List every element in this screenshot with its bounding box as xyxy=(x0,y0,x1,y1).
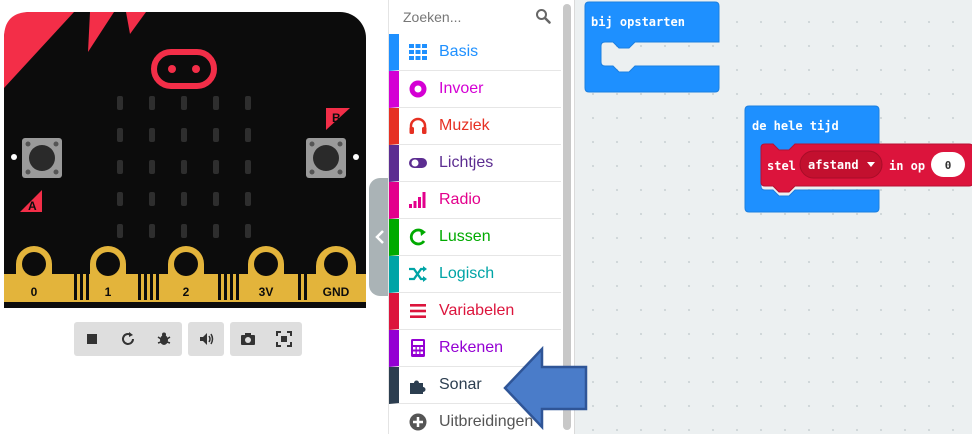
on-start-label: bij opstarten xyxy=(591,15,685,29)
plus-circle-icon xyxy=(407,411,429,433)
debug-icon xyxy=(157,332,171,345)
category-label: Radio xyxy=(439,191,481,208)
chevron-left-icon xyxy=(375,230,384,244)
toggle-icon xyxy=(407,152,429,174)
audio-controls xyxy=(188,322,224,356)
fullscreen-button[interactable] xyxy=(266,322,302,356)
list-icon xyxy=(407,300,429,322)
button-b-label: B xyxy=(332,111,341,125)
forever-label: de hele tijd xyxy=(752,119,839,133)
signal-bars-icon xyxy=(407,189,429,211)
category-variabelen[interactable]: Variabelen xyxy=(389,293,561,330)
microbit-board[interactable]: A B 0 1 2 3V GND xyxy=(4,12,366,308)
run-controls xyxy=(74,322,182,356)
variable-dropdown[interactable]: afstand xyxy=(799,150,883,179)
category-invoer[interactable]: Invoer xyxy=(389,71,561,108)
category-basis[interactable]: Basis xyxy=(389,34,561,71)
pin-2[interactable]: 2 xyxy=(168,246,204,300)
puzzle-icon xyxy=(407,374,429,396)
search-bar xyxy=(389,0,561,34)
mute-button[interactable] xyxy=(188,322,224,356)
set-to-keyword: in op xyxy=(889,159,925,173)
calculator-icon xyxy=(407,337,429,359)
target-icon xyxy=(407,78,429,100)
simulator-toolbar xyxy=(74,322,302,356)
makecode-editor: A B 0 1 2 3V GND Zoeken... Basis Invoer … xyxy=(0,0,972,434)
button-a-label: A xyxy=(28,199,37,213)
pin-gnd-label: GND xyxy=(323,285,350,299)
category-label: Variabelen xyxy=(439,302,515,319)
category-label: Lussen xyxy=(439,228,491,245)
value-input[interactable]: 0 xyxy=(931,152,965,177)
search-input[interactable] xyxy=(389,2,527,32)
pin-0-label: 0 xyxy=(31,285,38,299)
screenshot-button[interactable] xyxy=(230,322,266,356)
sound-icon xyxy=(200,333,214,345)
pin-0[interactable]: 0 xyxy=(16,246,52,300)
restart-icon xyxy=(122,332,134,345)
blocks-workspace[interactable]: bij opstarten de hele tijd stel afstand … xyxy=(574,0,972,434)
fullscreen-icon xyxy=(276,331,292,347)
loop-icon xyxy=(407,226,429,248)
category-label: Basis xyxy=(439,43,479,60)
pin-1-label: 1 xyxy=(105,285,112,299)
category-lussen[interactable]: Lussen xyxy=(389,219,561,256)
category-label: Lichtjes xyxy=(439,154,494,171)
category-label: Muziek xyxy=(439,117,490,134)
category-label: Logisch xyxy=(439,265,495,282)
search-icon[interactable] xyxy=(535,8,551,24)
category-label: Rekenen xyxy=(439,339,504,356)
pin-3v[interactable]: 3V xyxy=(248,246,284,300)
pointer-arrow-icon xyxy=(503,345,588,431)
category-lichtjes[interactable]: Lichtjes xyxy=(389,145,561,182)
category-radio[interactable]: Radio xyxy=(389,182,561,219)
set-variable-block[interactable]: stel afstand in op 0 xyxy=(760,143,972,193)
set-keyword: stel xyxy=(767,159,796,173)
pin-gnd[interactable]: GND xyxy=(316,246,356,300)
pin-3v-label: 3V xyxy=(259,285,274,299)
screenshot-icon xyxy=(241,333,255,345)
category-muziek[interactable]: Muziek xyxy=(389,108,561,145)
debug-button[interactable] xyxy=(146,322,182,356)
category-label: Sonar xyxy=(439,376,482,393)
stop-icon xyxy=(87,334,97,344)
on-start-block[interactable]: bij opstarten xyxy=(584,1,720,93)
pin-2-label: 2 xyxy=(183,285,190,299)
pin-1[interactable]: 1 xyxy=(90,246,126,300)
shuffle-icon xyxy=(407,263,429,285)
restart-button[interactable] xyxy=(110,322,146,356)
simulator-panel: A B 0 1 2 3V GND xyxy=(0,0,370,434)
category-logisch[interactable]: Logisch xyxy=(389,256,561,293)
variable-name: afstand xyxy=(808,158,859,172)
view-controls xyxy=(230,322,302,356)
category-label: Invoer xyxy=(439,80,484,97)
grid-icon xyxy=(407,41,429,63)
headphones-icon xyxy=(407,115,429,137)
stop-button[interactable] xyxy=(74,322,110,356)
value-text: 0 xyxy=(945,159,952,172)
